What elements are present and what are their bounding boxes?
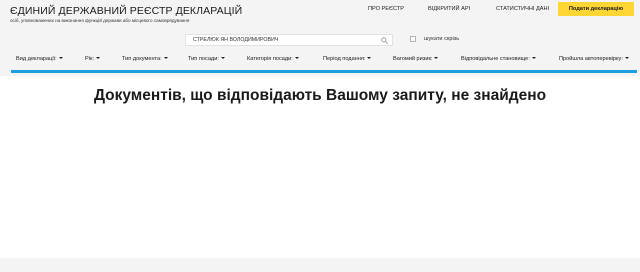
- nav-link-open-api[interactable]: ВІДКРИТИЙ АРІ: [428, 6, 470, 12]
- filter-auto-check[interactable]: Пройшла автоперевірку:: [559, 56, 629, 62]
- accent-divider: [11, 70, 637, 73]
- search-everywhere-checkbox[interactable]: [410, 36, 416, 42]
- filter-label: Пройшла автоперевірку:: [559, 56, 623, 62]
- filter-label: Категорія посади:: [247, 56, 293, 62]
- filter-position-category[interactable]: Категорія посади:: [247, 56, 299, 62]
- submit-declaration-label: Подати декларацію: [568, 6, 624, 12]
- filter-label: Період подання:: [323, 56, 366, 62]
- filter-label: Рік:: [85, 56, 94, 62]
- footer: [0, 258, 640, 272]
- chevron-down-icon: [531, 57, 536, 59]
- filter-label: Тип документа:: [122, 56, 162, 62]
- chevron-down-icon: [58, 57, 63, 59]
- filter-label: Тип посади:: [188, 56, 219, 62]
- chevron-down-icon: [434, 57, 439, 59]
- filter-label: Вагомий ризик:: [393, 56, 433, 62]
- chevron-down-icon: [95, 57, 100, 59]
- search-input[interactable]: СТРЕЛЮК ЯН ВОЛОДИМИРОВИЧ: [185, 34, 393, 46]
- no-results-message: Документів, що відповідають Вашому запит…: [93, 87, 547, 104]
- filter-label: Відповідальне становище:: [461, 56, 530, 62]
- filter-significant-risk[interactable]: Вагомий ризик:: [393, 56, 439, 62]
- nav-link-about[interactable]: ПРО РЕЄСТР: [368, 6, 404, 12]
- chevron-down-icon: [220, 57, 225, 59]
- filter-year[interactable]: Рік:: [85, 56, 100, 62]
- site-subtitle: осіб, уповноважених на виконання функцій…: [10, 18, 190, 23]
- site-header: ЄДИНИЙ ДЕРЖАВНИЙ РЕЄСТР ДЕКЛАРАЦІЙ осіб,…: [0, 0, 640, 76]
- filter-responsible-position[interactable]: Відповідальне становище:: [461, 56, 536, 62]
- chevron-down-icon: [163, 57, 168, 59]
- site-title[interactable]: ЄДИНИЙ ДЕРЖАВНИЙ РЕЄСТР ДЕКЛАРАЦІЙ: [10, 5, 242, 17]
- search-input-value: СТРЕЛЮК ЯН ВОЛОДИМИРОВИЧ: [193, 37, 279, 43]
- filter-position-type[interactable]: Тип посади:: [188, 56, 225, 62]
- chevron-down-icon: [367, 57, 372, 59]
- filter-label: Вид декларації:: [16, 56, 57, 62]
- chevron-down-icon: [624, 57, 629, 59]
- filter-submission-period[interactable]: Період подання:: [323, 56, 372, 62]
- filter-bar: Вид декларації: Рік: Тип документа: Тип …: [0, 56, 640, 66]
- search-icon[interactable]: [381, 37, 388, 44]
- filter-declaration-type[interactable]: Вид декларації:: [16, 56, 63, 62]
- chevron-down-icon: [294, 57, 299, 59]
- nav-link-statistics[interactable]: СТАТИСТИЧНІ ДАНІ: [496, 6, 549, 12]
- filter-document-type[interactable]: Тип документа:: [122, 56, 168, 62]
- submit-declaration-button[interactable]: Подати декларацію: [558, 2, 634, 16]
- search-everywhere-label[interactable]: шукати скрізь: [424, 36, 459, 42]
